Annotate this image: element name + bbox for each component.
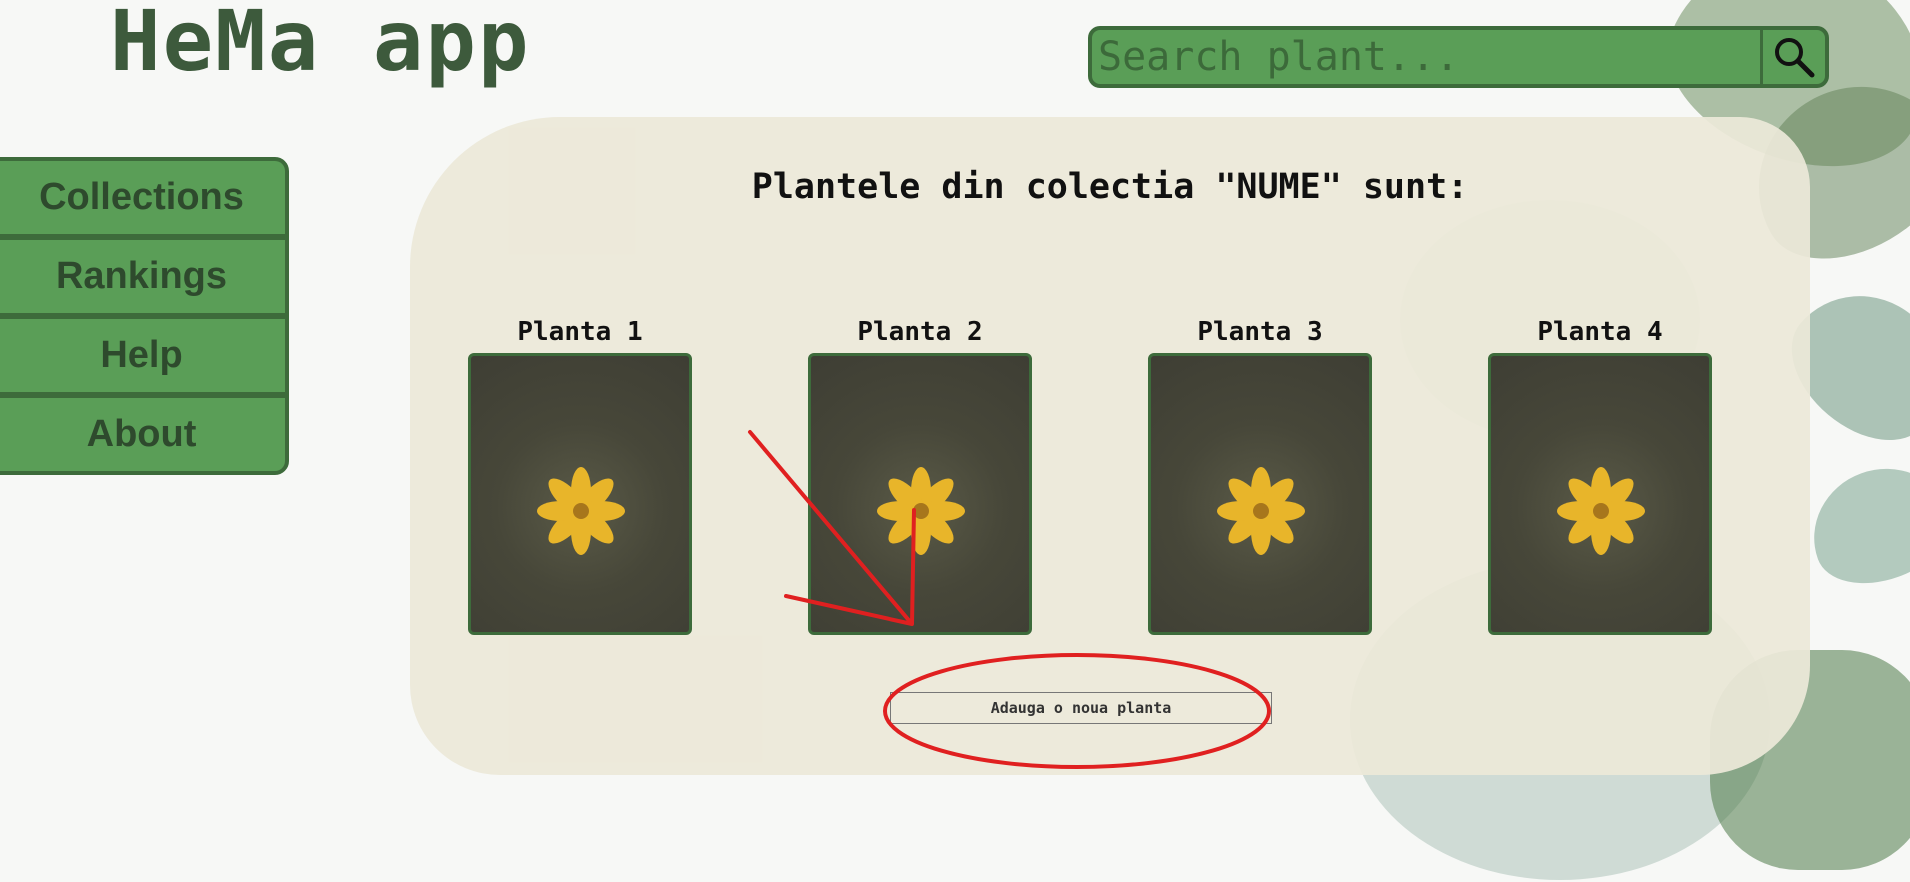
sidebar-item-help[interactable]: Help	[0, 319, 285, 392]
sidebar-item-about[interactable]: About	[0, 398, 285, 471]
sidebar-nav: Collections Rankings Help About	[0, 157, 289, 475]
search-button[interactable]	[1760, 30, 1825, 84]
flower-icon	[877, 467, 965, 555]
plant-name: Planta 4	[1537, 317, 1663, 347]
collection-heading: Plantele din colectia "NUME" sunt:	[751, 167, 1469, 207]
plant-image[interactable]	[468, 353, 692, 635]
search-bar	[1088, 26, 1829, 88]
plant-card[interactable]: Planta 3	[1148, 317, 1372, 635]
search-input[interactable]	[1092, 29, 1760, 85]
app-title: HeMa app	[110, 0, 531, 90]
sidebar-item-rankings[interactable]: Rankings	[0, 240, 285, 313]
plant-image[interactable]	[808, 353, 1032, 635]
plant-image[interactable]	[1148, 353, 1372, 635]
plant-image[interactable]	[1488, 353, 1712, 635]
sidebar-item-collections[interactable]: Collections	[0, 161, 285, 234]
plant-name: Planta 1	[517, 317, 643, 347]
flower-icon	[1557, 467, 1645, 555]
flower-icon	[537, 467, 625, 555]
plant-name: Planta 2	[857, 317, 983, 347]
plant-name: Planta 3	[1197, 317, 1323, 347]
search-icon	[1775, 38, 1815, 78]
plant-card[interactable]: Planta 1	[468, 317, 692, 635]
plant-card[interactable]: Planta 2	[808, 317, 1032, 635]
plant-card[interactable]: Planta 4	[1488, 317, 1712, 635]
add-plant-button[interactable]: Adauga o noua planta	[890, 692, 1272, 724]
collection-panel: Plantele din colectia "NUME" sunt: Plant…	[410, 117, 1810, 775]
flower-icon	[1217, 467, 1305, 555]
